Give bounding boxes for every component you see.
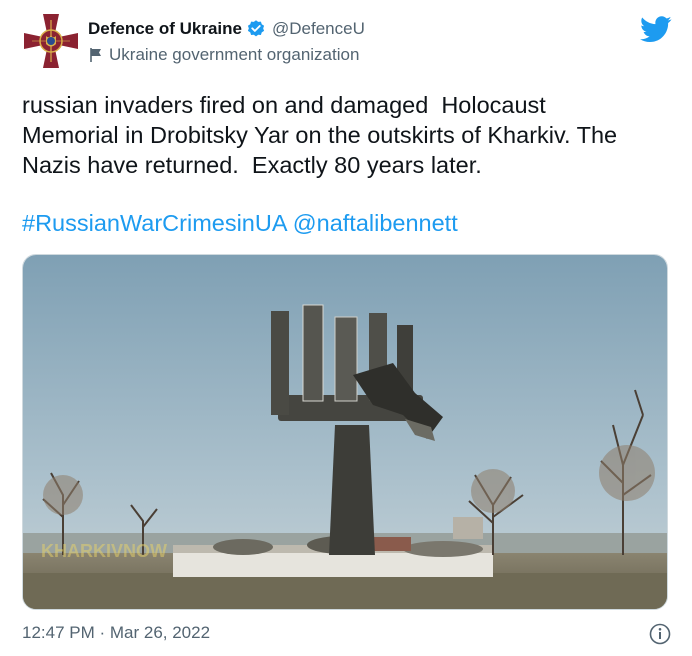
account-handle[interactable]: @DefenceU [272, 19, 365, 39]
verified-badge-icon [247, 20, 265, 37]
hashtag-link[interactable]: #RussianWarCrimesinUA [22, 210, 286, 236]
tweet-links: #RussianWarCrimesinUA @naftalibennett [22, 208, 458, 238]
twitter-bird-icon[interactable] [640, 16, 672, 43]
timestamp[interactable]: 12:47 PM · Mar 26, 2022 [22, 623, 210, 642]
memorial-photo: KHARKIVNOW [23, 255, 667, 609]
tweet-photo[interactable]: KHARKIVNOW [22, 254, 668, 610]
tweet-text: russian invaders fired on and damaged Ho… [22, 92, 618, 178]
tweet-header: Defence of Ukraine @DefenceU Ukraine gov… [22, 12, 672, 72]
account-label: Ukraine government organization [109, 45, 360, 64]
tweet-footer: 12:47 PM · Mar 26, 2022 [22, 622, 672, 646]
mention-link[interactable]: @naftalibennett [293, 210, 458, 236]
avatar[interactable] [22, 12, 80, 70]
photo-watermark: KHARKIVNOW [41, 541, 167, 561]
flag-icon [90, 48, 101, 62]
display-name[interactable]: Defence of Ukraine [88, 19, 242, 39]
info-icon[interactable] [648, 622, 672, 646]
